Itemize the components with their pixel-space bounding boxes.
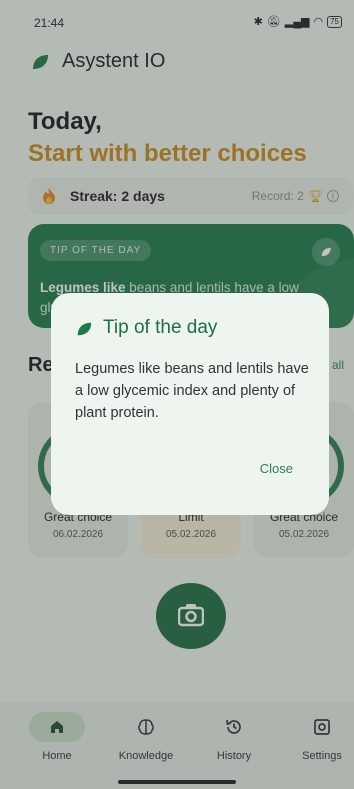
leaf-icon	[77, 322, 92, 336]
dialog-title: Tip of the day	[103, 317, 218, 338]
dialog-body: Legumes like beans and lentils have a lo…	[75, 361, 309, 421]
close-button[interactable]: Close	[260, 461, 293, 476]
tip-dialog: Tip of the day Legumes like beans and le…	[51, 293, 329, 515]
